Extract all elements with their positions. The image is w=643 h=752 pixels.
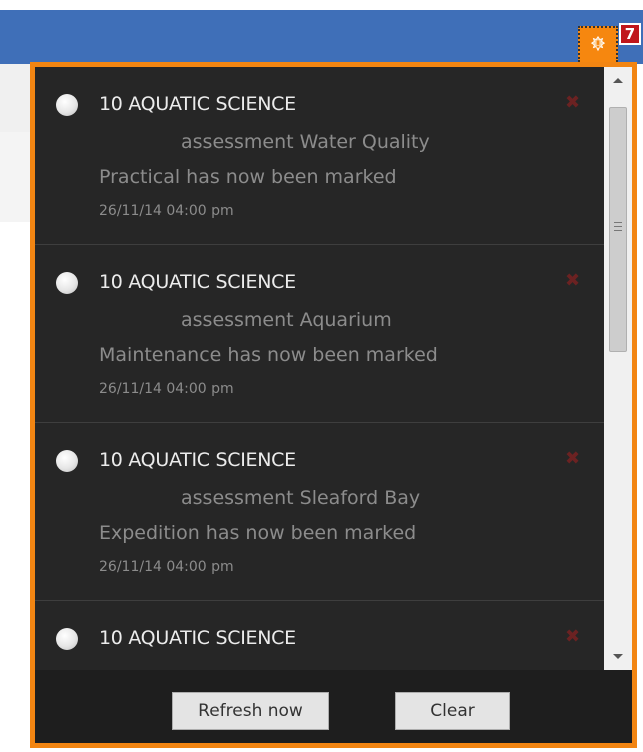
refresh-now-button[interactable]: Refresh now (172, 692, 329, 730)
clear-button[interactable]: Clear (395, 692, 510, 730)
notification-date: 26/11/14 04:00 pm (99, 203, 234, 219)
status-dot-icon (56, 628, 78, 650)
notification-assessment: assessment Sleaford Bay (181, 487, 421, 509)
notifications-footer: Refresh now Clear (35, 670, 632, 743)
notification-title: 10 AQUATIC SCIENCE (99, 449, 296, 471)
scrollbar-thumb[interactable] (609, 107, 627, 352)
notifications-button[interactable] (578, 26, 618, 62)
arrow-down-icon (613, 654, 623, 659)
notification-date: 26/11/14 04:00 pm (99, 559, 234, 575)
bell-icon (590, 35, 606, 52)
notification-message: Maintenance has now been marked (99, 344, 438, 366)
notifications-panel-body: 10 AQUATIC SCIENCE assessment Water Qual… (35, 67, 632, 743)
notification-message: Practical has now been marked (99, 166, 397, 188)
notification-list: 10 AQUATIC SCIENCE assessment Water Qual… (35, 67, 604, 670)
top-navigation-bar (0, 10, 643, 64)
notification-count-badge: 7 (619, 23, 641, 45)
scroll-up-button[interactable] (604, 67, 632, 95)
scroll-down-button[interactable] (604, 642, 632, 670)
notification-item[interactable]: 10 AQUATIC SCIENCE assessment Sleaford B… (35, 423, 604, 601)
notification-assessment: assessment Water Quality (181, 131, 430, 153)
status-dot-icon (56, 450, 78, 472)
vertical-scrollbar[interactable] (604, 67, 632, 670)
status-dot-icon (56, 272, 78, 294)
notifications-panel: 10 AQUATIC SCIENCE assessment Water Qual… (30, 62, 637, 748)
notification-item[interactable]: 10 AQUATIC SCIENCE assessment Aquarium M… (35, 245, 604, 423)
close-icon[interactable]: ✖ (565, 626, 580, 647)
notification-assessment: assessment Aquarium (181, 309, 392, 331)
close-icon[interactable]: ✖ (565, 92, 580, 113)
notification-title: 10 AQUATIC SCIENCE (99, 271, 296, 293)
background-toolbar (0, 64, 30, 133)
grip-icon (614, 222, 622, 231)
notification-date: 26/11/14 04:00 pm (99, 381, 234, 397)
arrow-up-icon (613, 78, 623, 83)
notification-item[interactable]: 10 AQUATIC SCIENCE ✖ (35, 601, 604, 670)
status-dot-icon (56, 94, 78, 116)
notification-title: 10 AQUATIC SCIENCE (99, 93, 296, 115)
notification-title: 10 AQUATIC SCIENCE (99, 627, 296, 649)
notification-message: Expedition has now been marked (99, 522, 417, 544)
notification-item[interactable]: 10 AQUATIC SCIENCE assessment Water Qual… (35, 67, 604, 245)
background-content (0, 132, 30, 222)
close-icon[interactable]: ✖ (565, 270, 580, 291)
close-icon[interactable]: ✖ (565, 448, 580, 469)
